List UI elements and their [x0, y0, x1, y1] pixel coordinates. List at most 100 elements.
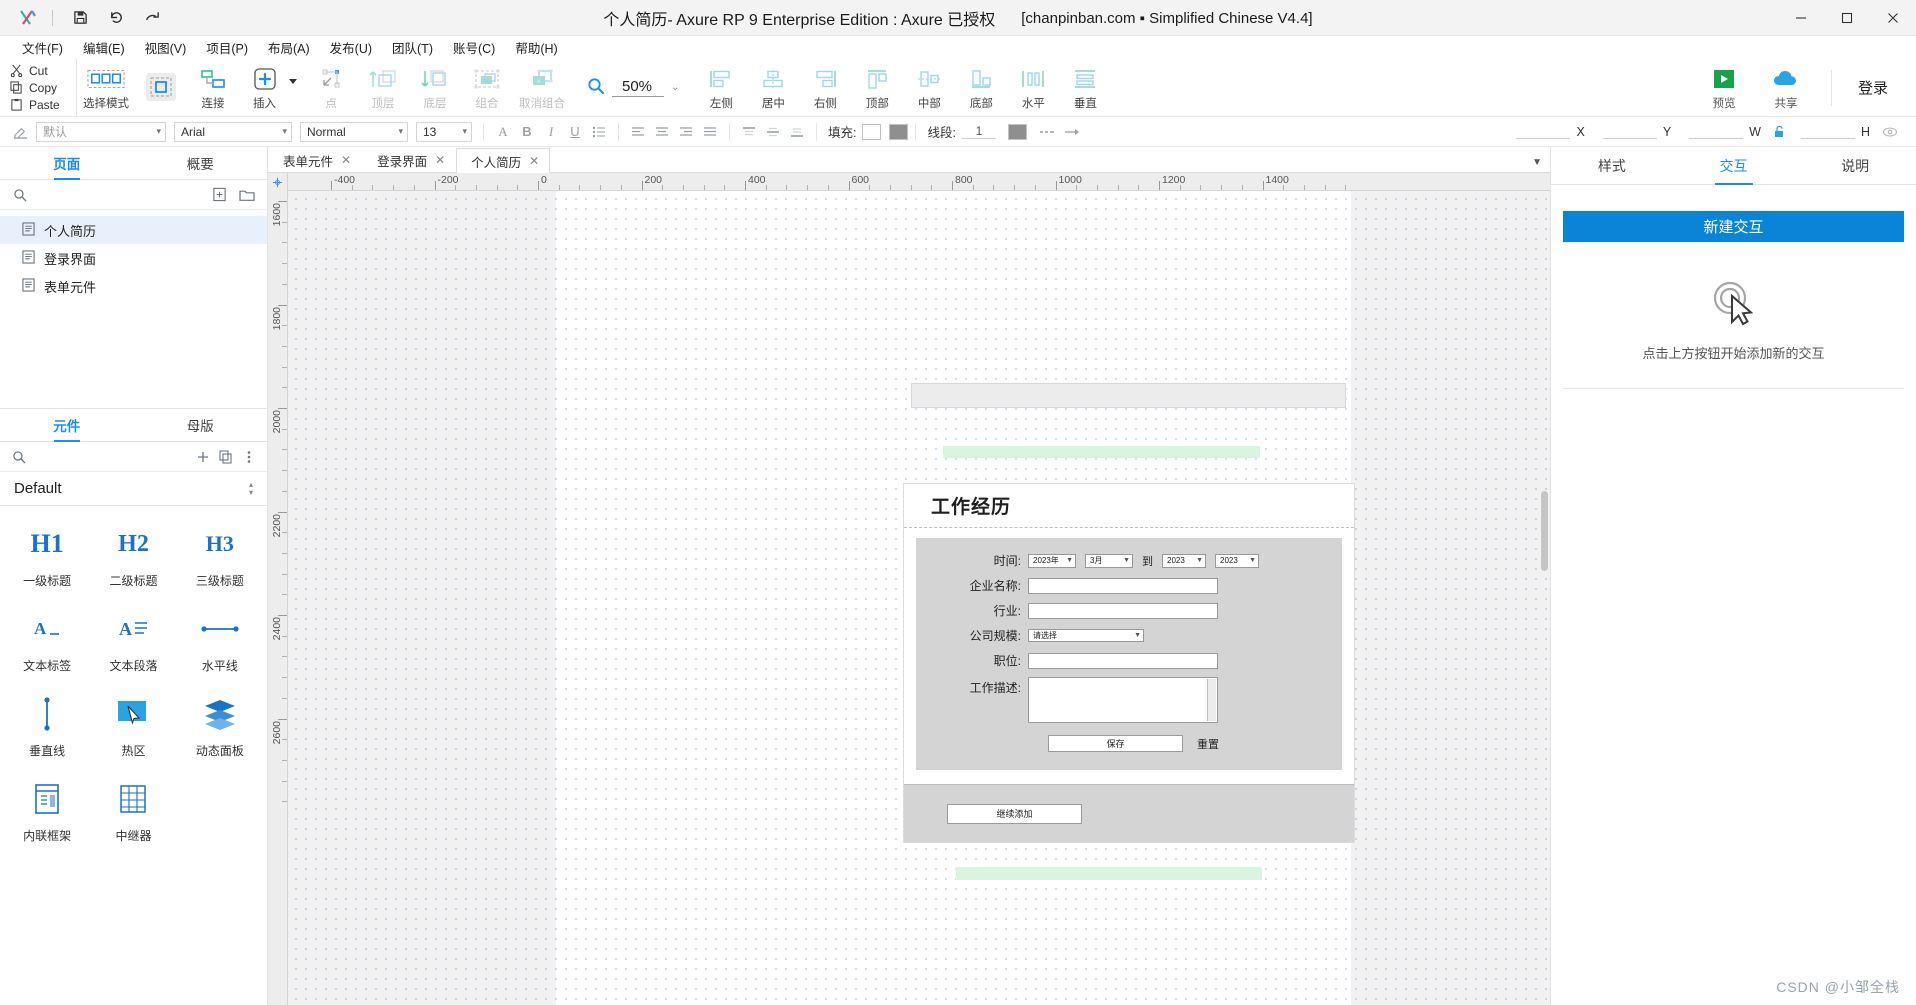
distribute-h-tool[interactable]: 水平 — [1007, 59, 1059, 116]
align-right-icon[interactable] — [674, 121, 698, 143]
list-icon[interactable] — [587, 121, 611, 143]
new-interaction-button[interactable]: 新建交互 — [1563, 211, 1904, 242]
menu-publish[interactable]: 发布(U) — [320, 35, 382, 60]
share-button[interactable]: 共享 — [1755, 65, 1817, 111]
widget-paragraph[interactable]: A 文本段落 — [90, 601, 176, 680]
industry-input[interactable] — [1028, 602, 1218, 619]
ungroup-tool[interactable]: 取消组合 — [513, 59, 571, 116]
menu-team[interactable]: 团队(T) — [382, 35, 443, 60]
work-experience-card[interactable]: 工作经历 时间: 2023年 ▼ 3月 ▼ 到 2023 ▼ 2023 ▼ 企业… — [903, 483, 1355, 843]
widget-inline-frame[interactable]: 内联框架 — [4, 771, 90, 850]
spinner-icon[interactable]: ▴ ▾ — [249, 480, 253, 496]
canvas-tab-personal-resume[interactable]: 个人简历 ✕ — [456, 148, 551, 173]
page-item-personal-resume[interactable]: 个人简历 — [0, 216, 267, 244]
login-button[interactable]: 登录 — [1846, 73, 1900, 102]
position-input[interactable] — [1028, 652, 1218, 669]
select-mode-tool[interactable]: 选择模式 — [77, 59, 135, 116]
style-paint-icon[interactable] — [8, 121, 32, 143]
widget-text-label[interactable]: A 文本标签 — [4, 601, 90, 680]
preview-button[interactable]: 预览 — [1693, 65, 1755, 111]
chevron-down-icon[interactable] — [288, 79, 297, 84]
menu-layout[interactable]: 布局(A) — [258, 35, 320, 60]
more-vertical-icon[interactable] — [240, 447, 257, 467]
tab-style[interactable]: 样式 — [1551, 147, 1673, 184]
menu-project[interactable]: 项目(P) — [196, 35, 258, 60]
tab-overflow-chevron-down-icon[interactable]: ▼ — [1532, 157, 1542, 168]
menu-view[interactable]: 视图(V) — [135, 35, 197, 60]
widget-horizontal-line[interactable]: 水平线 — [177, 601, 263, 680]
save-button[interactable]: 保存 — [1048, 735, 1183, 752]
close-icon[interactable]: ✕ — [529, 154, 539, 168]
line-color-swatch[interactable] — [1007, 123, 1027, 140]
close-icon[interactable]: ✕ — [435, 153, 445, 167]
align-middle-tool[interactable]: 中部 — [903, 59, 955, 116]
zoom-chevron-down-icon[interactable]: ⌄ — [671, 82, 679, 93]
widget-h1[interactable]: H1 一级标题 — [4, 516, 90, 595]
paste-button[interactable]: Paste — [8, 97, 76, 113]
zoom-control[interactable]: 50% ⌄ — [571, 59, 695, 116]
y-input[interactable] — [1602, 124, 1657, 139]
reset-link[interactable]: 重置 — [1197, 736, 1219, 752]
arrow-style-icon[interactable] — [1059, 121, 1083, 143]
h-field[interactable]: H — [1800, 124, 1870, 139]
line-width-input[interactable]: 1 — [961, 124, 996, 139]
job-description-textarea[interactable] — [1028, 677, 1218, 723]
italic-icon[interactable]: I — [539, 121, 563, 143]
tab-pages[interactable]: 页面 — [0, 147, 134, 179]
bold-icon[interactable]: B — [515, 121, 539, 143]
search-icon[interactable] — [10, 185, 30, 205]
add-icon[interactable] — [194, 447, 211, 467]
align-left-tool[interactable]: 左侧 — [695, 59, 747, 116]
point-tool[interactable]: 点 — [305, 59, 357, 116]
border-color-swatch[interactable] — [889, 123, 909, 140]
pages-search-input[interactable] — [38, 187, 201, 202]
page-item-login[interactable]: 登录界面 — [0, 244, 267, 272]
font-size-select[interactable]: 13 ▾ — [416, 121, 472, 142]
valign-top-icon[interactable] — [737, 121, 761, 143]
search-icon[interactable] — [10, 447, 27, 467]
w-input[interactable] — [1689, 124, 1744, 139]
align-bottom-tool[interactable]: 底部 — [955, 59, 1007, 116]
h-input[interactable] — [1800, 124, 1855, 139]
month-from-select[interactable]: 3月 ▼ — [1085, 553, 1133, 568]
widget-h3[interactable]: H3 三级标题 — [177, 516, 263, 595]
redo-icon[interactable] — [135, 4, 169, 32]
vertical-ruler[interactable]: 1600 1800 2000 2200 2400 2600 — [268, 191, 288, 1005]
valign-middle-icon[interactable] — [761, 121, 785, 143]
undo-icon[interactable] — [99, 4, 133, 32]
copy-button[interactable]: Copy — [8, 80, 76, 96]
canvas-vertical-scrollbar[interactable] — [1541, 491, 1548, 571]
text-color-icon[interactable]: A — [491, 121, 515, 143]
x-field[interactable]: X — [1516, 124, 1585, 139]
align-justify-icon[interactable] — [698, 121, 722, 143]
menu-edit[interactable]: 编辑(E) — [73, 35, 135, 60]
align-right-tool[interactable]: 右侧 — [799, 59, 851, 116]
font-weight-select[interactable]: Normal ▾ — [300, 121, 408, 142]
tab-interactions[interactable]: 交互 — [1673, 147, 1795, 184]
minimize-button[interactable] — [1778, 0, 1824, 36]
tab-masters[interactable]: 母版 — [134, 409, 268, 441]
menu-help[interactable]: 帮助(H) — [505, 35, 567, 60]
y-field[interactable]: Y — [1602, 124, 1671, 139]
group-tool[interactable]: 组合 — [461, 59, 513, 116]
connect-tool[interactable]: 连接 — [187, 59, 239, 116]
company-name-input[interactable] — [1028, 577, 1218, 594]
widget-repeater[interactable]: 中继器 — [90, 771, 176, 850]
font-family-select[interactable]: Arial ▾ — [174, 121, 292, 142]
distribute-v-tool[interactable]: 垂直 — [1059, 59, 1111, 116]
w-field[interactable]: W — [1689, 124, 1761, 139]
eye-icon[interactable] — [1878, 121, 1902, 143]
valign-bottom-icon[interactable] — [785, 121, 809, 143]
unlock-icon[interactable] — [1767, 121, 1791, 143]
close-button[interactable] — [1870, 0, 1916, 36]
menu-file[interactable]: 文件(F) — [12, 35, 73, 60]
insert-tool[interactable]: 插入 — [239, 59, 305, 116]
design-canvas[interactable]: 工作经历 时间: 2023年 ▼ 3月 ▼ 到 2023 ▼ 2023 ▼ 企业… — [288, 191, 1550, 1005]
fill-color-swatch[interactable] — [862, 123, 882, 140]
widget-h2[interactable]: H2 二级标题 — [90, 516, 176, 595]
ruler-origin-icon[interactable] — [268, 173, 288, 191]
align-top-tool[interactable]: 顶部 — [851, 59, 903, 116]
company-size-select[interactable]: 请选择 ▼ — [1028, 629, 1144, 642]
style-select[interactable]: 默认 ▾ — [36, 121, 166, 142]
align-left-icon[interactable] — [626, 121, 650, 143]
